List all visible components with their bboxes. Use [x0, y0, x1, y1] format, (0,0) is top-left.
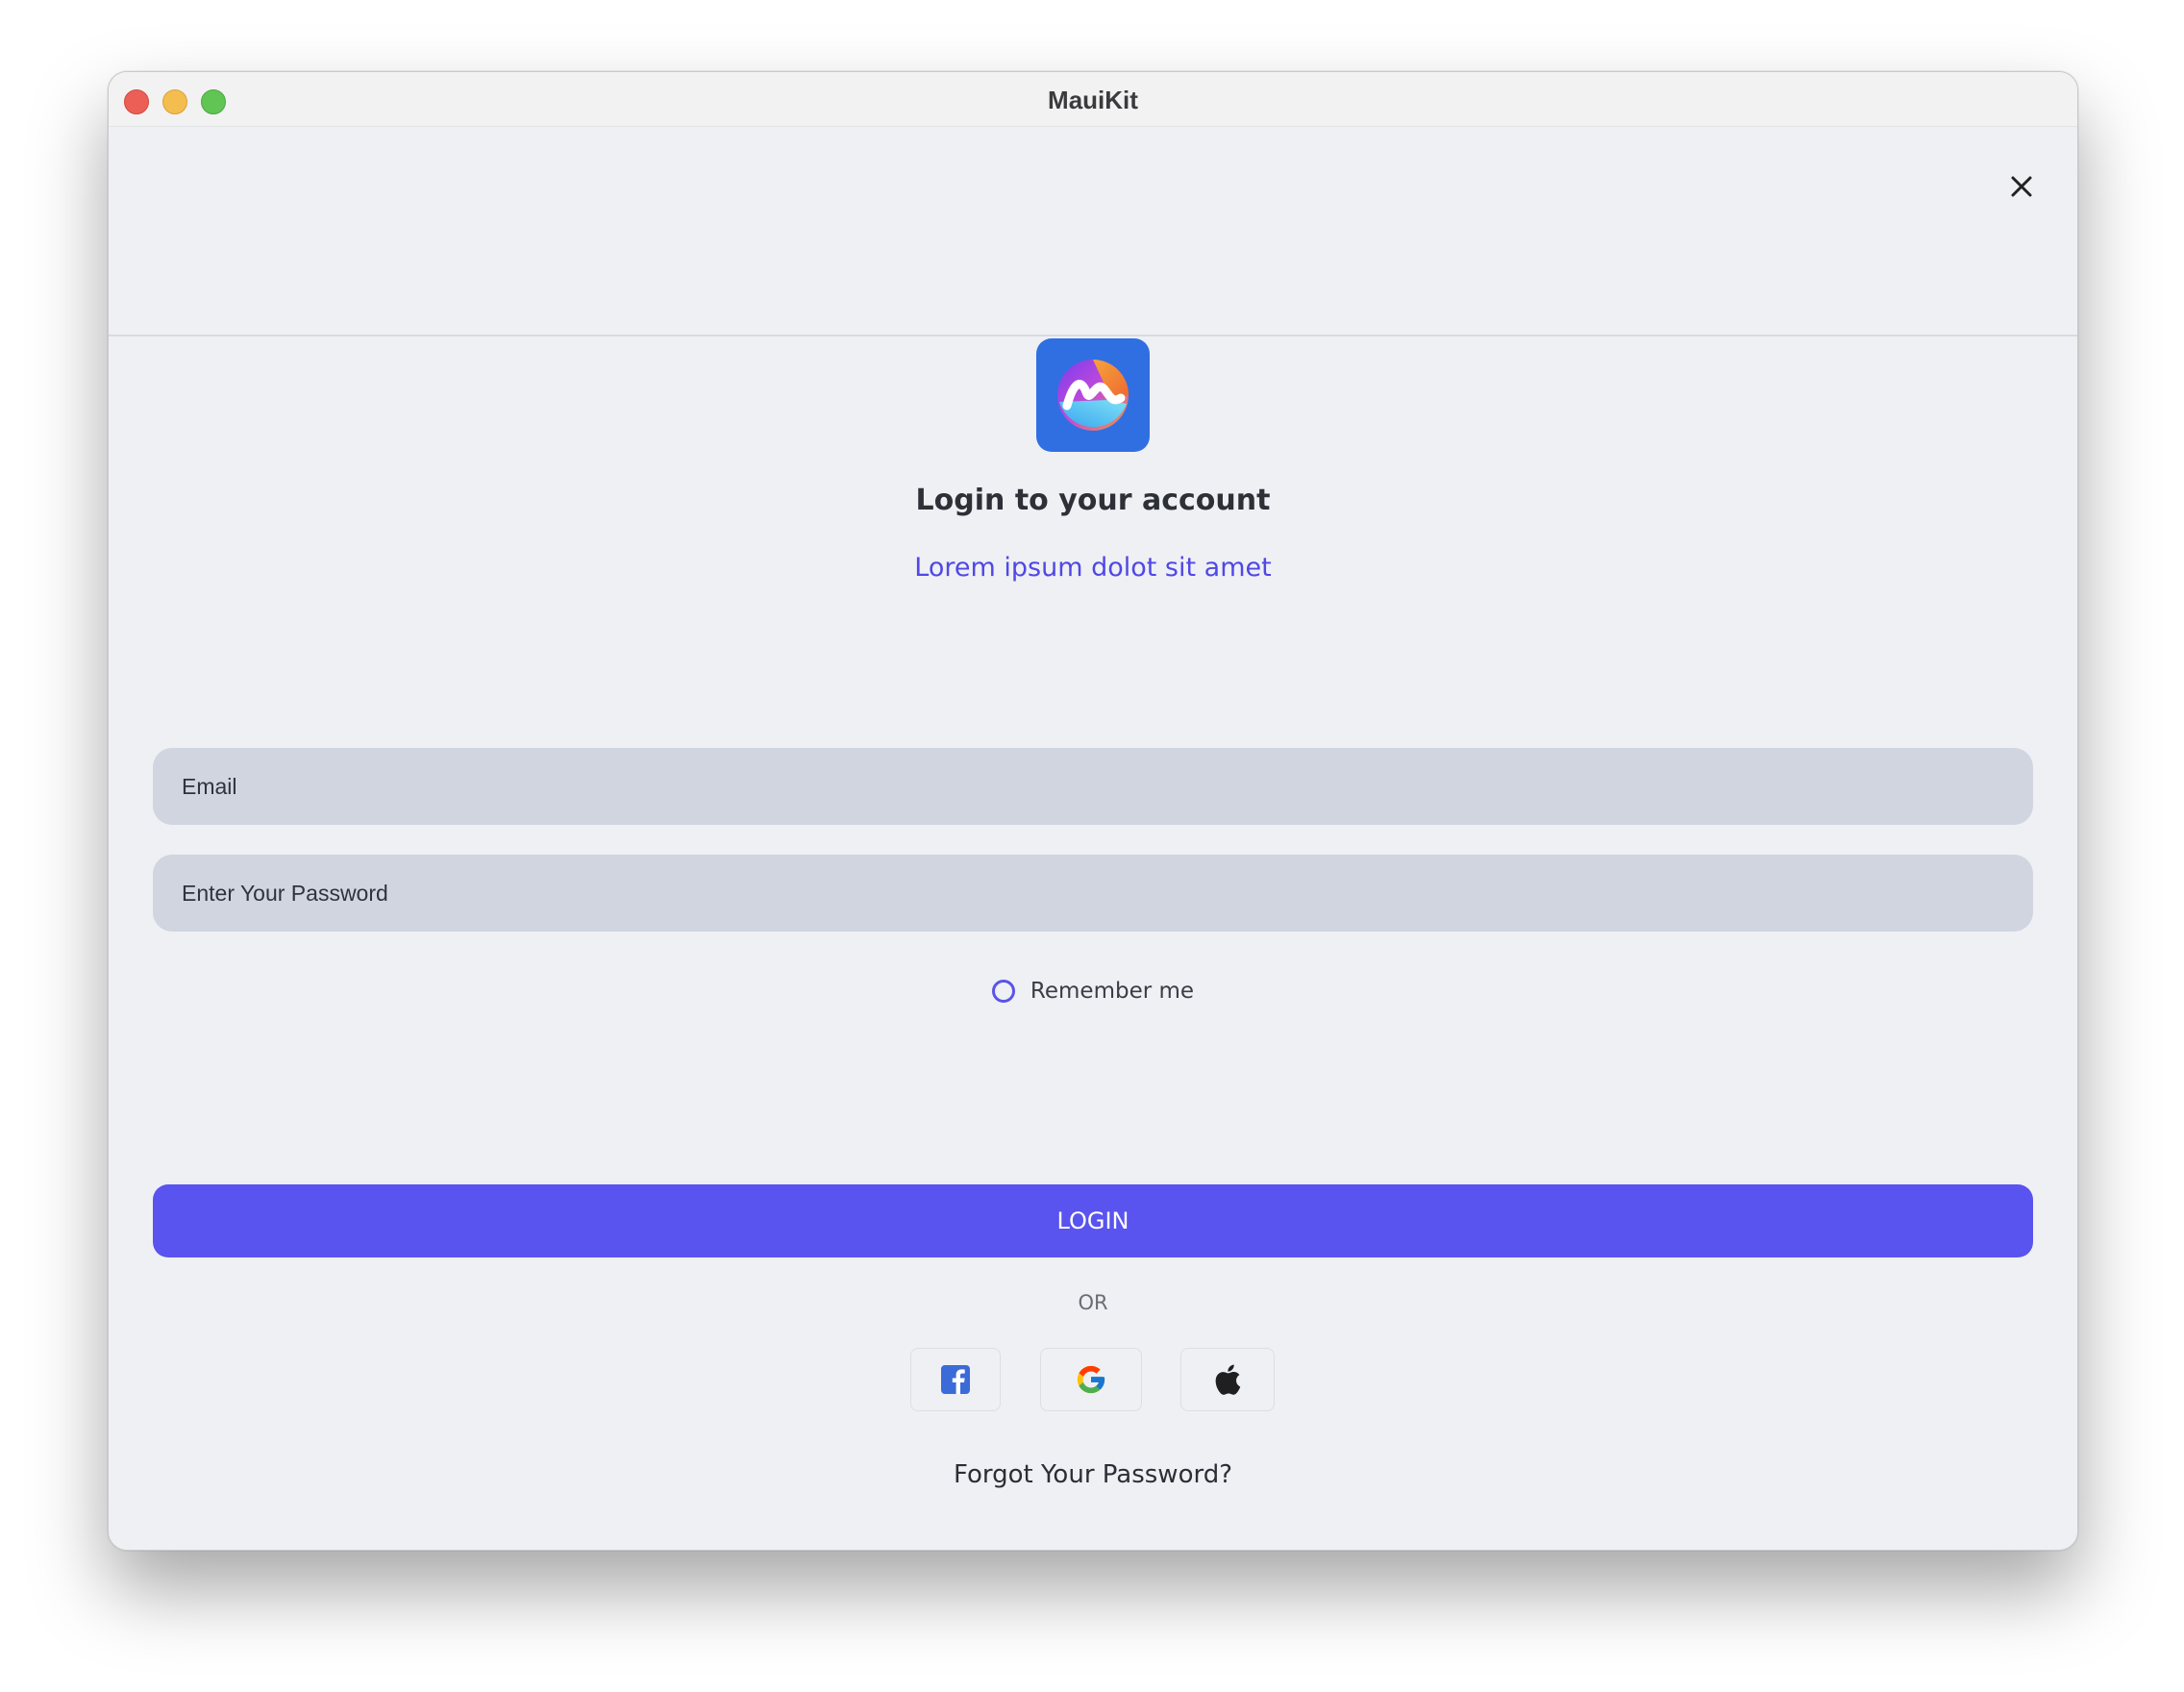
forgot-password-link[interactable]: Forgot Your Password?	[954, 1460, 1232, 1489]
apple-icon	[1215, 1364, 1241, 1395]
page-title: Login to your account	[915, 484, 1271, 517]
close-icon[interactable]	[2004, 169, 2039, 204]
app-window: MauiKit Login to your account Lorem ipsu…	[108, 71, 2078, 1551]
or-divider-label: OR	[1078, 1291, 1108, 1314]
remember-me-option[interactable]: Remember me	[109, 979, 2077, 1004]
facebook-login-button[interactable]	[910, 1348, 1001, 1411]
forgot-password-container: Forgot Your Password?	[109, 1460, 2077, 1489]
window-title: MauiKit	[1048, 86, 1138, 114]
facebook-icon	[941, 1365, 970, 1394]
email-field[interactable]	[153, 748, 2033, 825]
apple-login-button[interactable]	[1180, 1348, 1275, 1411]
title-bar: MauiKit	[109, 72, 2077, 127]
remember-me-label: Remember me	[1030, 979, 1195, 1004]
google-login-button[interactable]	[1040, 1348, 1142, 1411]
login-button[interactable]: LOGIN	[153, 1184, 2033, 1257]
password-field[interactable]	[153, 855, 2033, 932]
page-header	[109, 127, 2077, 336]
google-icon	[1077, 1365, 1105, 1394]
remember-me-radio[interactable]	[991, 980, 1015, 1003]
app-logo	[1036, 338, 1150, 452]
page-subtitle: Lorem ipsum dolot sit amet	[914, 553, 1272, 583]
